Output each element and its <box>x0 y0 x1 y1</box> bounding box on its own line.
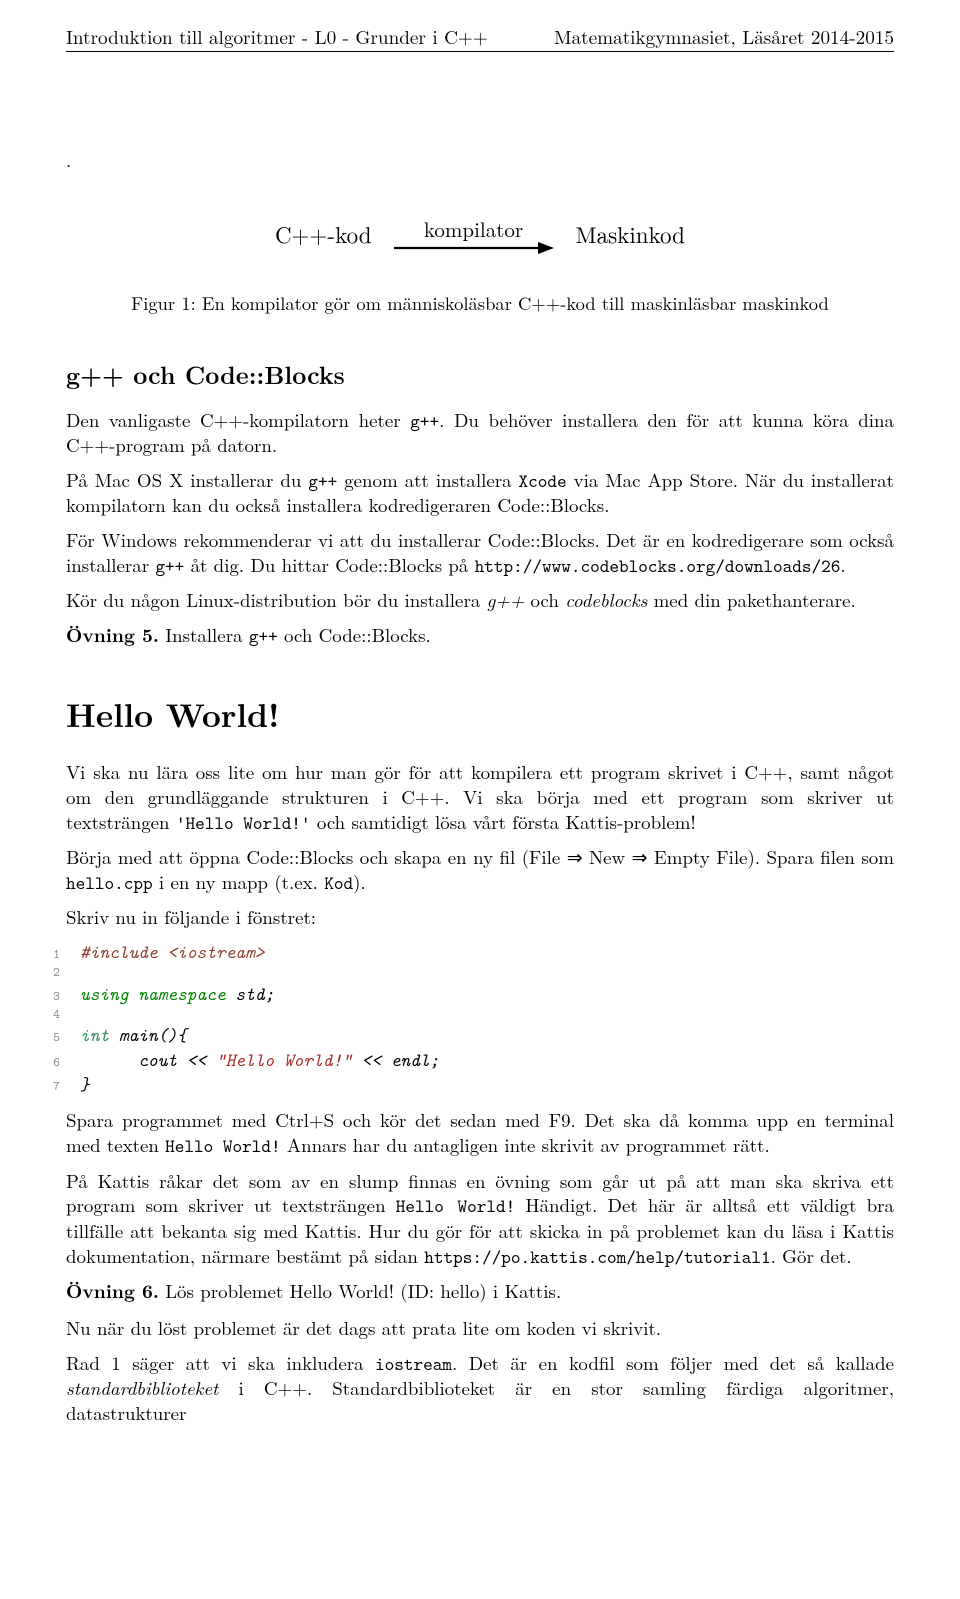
paragraph: Spara programmet med Ctrl+S och kör det … <box>66 1108 894 1158</box>
code-inline: g++ <box>308 468 337 493</box>
exercise-label: Övning 6. <box>66 1277 159 1304</box>
text: i en ny mapp (t.ex. <box>153 869 325 895</box>
exercise-label: Övning 5. <box>66 621 159 648</box>
header-left: Introduktion till algoritmer - L0 - Grun… <box>66 24 488 49</box>
text: och samtidigt lösa vårt första Kattis-pr… <box>311 809 696 835</box>
paragraph: Vi ska nu lära oss lite om hur man gör f… <box>66 760 894 835</box>
code-token: << endl; <box>352 1047 439 1072</box>
leading-dot: . <box>66 148 894 173</box>
code-line: 5 int main(){ <box>10 1023 894 1047</box>
diagram-source: C++-kod <box>275 219 372 249</box>
text: . <box>840 552 845 578</box>
text: åt dig. Du hittar Code::Blocks på <box>184 552 474 578</box>
line-number: 1 <box>10 946 80 963</box>
code-line: 4 <box>10 1006 894 1023</box>
text: Kör du någon Linux-distribution bör du i… <box>66 587 487 613</box>
code-line: 3 using namespace std; <box>10 982 894 1006</box>
line-number: 4 <box>10 1006 80 1023</box>
line-number: 6 <box>10 1054 80 1071</box>
paragraph: Rad 1 säger att vi ska inkludera iostrea… <box>66 1351 894 1426</box>
text: med din pakethanterare. <box>647 587 855 613</box>
text: Rad 1 säger att vi ska inkludera <box>66 1350 375 1376</box>
paragraph: Nu när du löst problemet är det dags att… <box>66 1316 894 1341</box>
code-token: namespace <box>129 981 236 1006</box>
code-token: main <box>109 1022 158 1047</box>
text: Börja med att öppna Code::Blocks och ska… <box>66 844 894 870</box>
paragraph: Kör du någon Linux-distribution bör du i… <box>66 588 894 613</box>
exercise: Övning 5. Installera g++ och Code::Block… <box>66 623 894 648</box>
diagram-target: Maskinkod <box>576 219 685 249</box>
section-heading-gpp: g++ och Code::Blocks <box>66 359 894 391</box>
paragraph: För Windows rekommenderar vi att du inst… <box>66 528 894 578</box>
text: . Gör det. <box>771 1243 852 1269</box>
code-inline: g++ <box>155 553 184 578</box>
figure-caption: Figur 1: En kompilator gör om människolä… <box>66 291 894 315</box>
code-token: ; <box>265 981 275 1006</box>
paragraph: Börja med att öppna Code::Blocks och ska… <box>66 845 894 895</box>
diagram-arrow: kompilator <box>394 213 554 255</box>
text: Den vanligaste C++-kompilatorn heter <box>66 407 410 433</box>
line-number: 5 <box>10 1029 80 1046</box>
text: och <box>524 587 565 613</box>
page: Introduktion till algoritmer - L0 - Grun… <box>0 0 960 1476</box>
code-token: int <box>80 1022 109 1047</box>
code-inline: hello.cpp <box>66 870 153 895</box>
code-inline: 'Hello World!' <box>176 810 311 835</box>
exercise: Övning 6. Lös problemet Hello World! (ID… <box>66 1279 894 1304</box>
url: http://www.codeblocks.org/downloads/26 <box>475 553 841 578</box>
code-line: 6 cout << "Hello World!" << endl; <box>10 1048 894 1072</box>
code-listing: 1 #include <iostream> 2 3 using namespac… <box>10 940 894 1096</box>
code-token: cout << <box>138 1047 216 1072</box>
section-heading-hello: Hello World! <box>66 692 894 736</box>
code-inline: Kod <box>324 870 353 895</box>
line-number: 7 <box>10 1078 80 1095</box>
code-inline: Hello World! <box>396 1193 515 1218</box>
paragraph: På Kattis råkar det som av en slump finn… <box>66 1169 894 1269</box>
code-token: std <box>235 981 264 1006</box>
line-number: 3 <box>10 988 80 1005</box>
compiler-diagram: C++-kod kompilator Maskinkod <box>66 213 894 255</box>
code-inline: g++ <box>410 408 439 433</box>
header-right: Matematikgymnasiet, Läsåret 2014-2015 <box>554 24 894 49</box>
code-line: 2 <box>10 964 894 981</box>
italic: standardbiblioteket <box>66 1375 218 1401</box>
code-token: } <box>80 1071 90 1096</box>
code-line: 7 } <box>10 1072 894 1096</box>
italic: codeblocks <box>565 587 647 613</box>
code-token: #include <iostream> <box>80 939 265 964</box>
text: och Code::Blocks. <box>278 622 431 648</box>
code-token: "Hello World!" <box>216 1047 352 1072</box>
code-token: (){ <box>158 1022 187 1047</box>
code-indent <box>80 1047 138 1072</box>
italic: g++ <box>487 587 525 613</box>
url: https://po.kattis.com/help/tutorial1 <box>424 1244 770 1269</box>
paragraph: På Mac OS X installerar du g++ genom att… <box>66 468 894 518</box>
paragraph: Skriv nu in följande i fönstret: <box>66 905 894 930</box>
code-token: using <box>80 981 129 1006</box>
code-inline: Xcode <box>519 468 567 493</box>
code-inline: iostream <box>375 1351 452 1376</box>
text: Lös problemet Hello World! (ID: hello) i… <box>159 1278 561 1304</box>
line-number: 2 <box>10 964 80 981</box>
text: Installera <box>159 622 249 648</box>
code-inline: Hello World! <box>165 1133 280 1158</box>
text: Annars har du antagligen inte skrivit av… <box>281 1132 770 1158</box>
header-rule <box>66 51 894 52</box>
text: ). <box>353 869 366 895</box>
text: På Mac OS X installerar du <box>66 467 308 493</box>
diagram-arrow-label: kompilator <box>424 216 523 244</box>
code-inline: g++ <box>249 623 278 648</box>
page-header: Introduktion till algoritmer - L0 - Grun… <box>66 24 894 49</box>
text: genom att installera <box>337 467 518 493</box>
paragraph: Den vanligaste C++-kompilatorn heter g++… <box>66 408 894 458</box>
code-line: 1 #include <iostream> <box>10 940 894 964</box>
text: . Det är en kodfil som följer med det så… <box>452 1350 894 1376</box>
